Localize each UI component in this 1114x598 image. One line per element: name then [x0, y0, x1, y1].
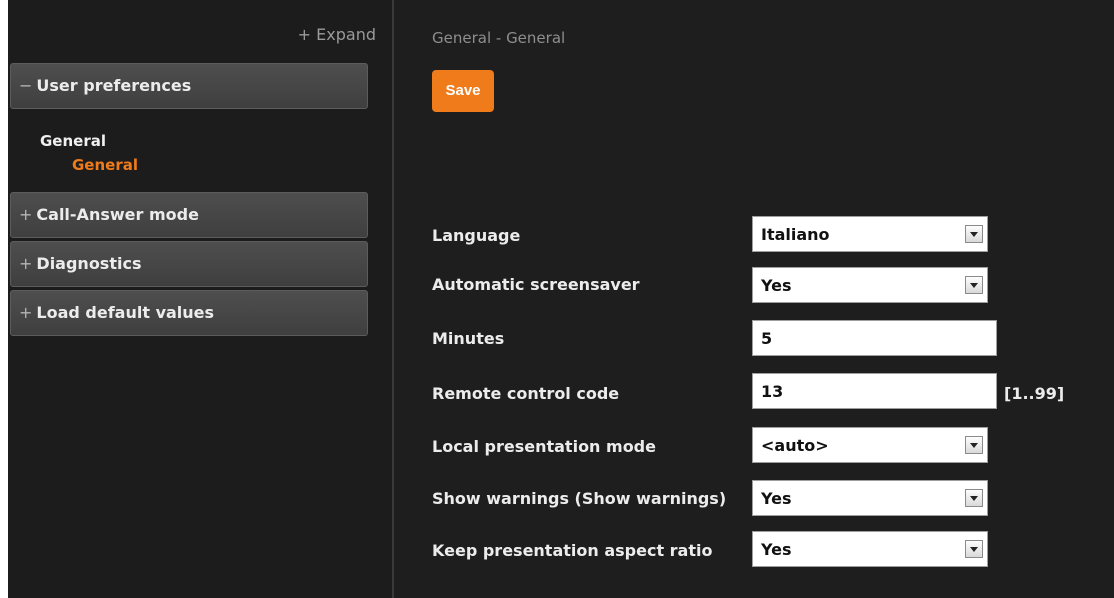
aspect-ratio-select[interactable]: Yes — [752, 531, 988, 567]
section-label: Diagnostics — [36, 254, 142, 273]
expand-link[interactable]: + Expand — [298, 25, 376, 44]
dropdown-arrow-icon[interactable] — [965, 540, 983, 558]
screensaver-select[interactable]: Yes — [752, 267, 988, 303]
dropdown-arrow-icon[interactable] — [965, 276, 983, 294]
language-select[interactable]: Italiano — [752, 216, 988, 252]
breadcrumb: General - General — [432, 29, 566, 47]
presentation-mode-value: <auto> — [761, 436, 829, 455]
language-label: Language — [432, 226, 521, 245]
section-load-default-values[interactable]: + Load default values — [10, 290, 368, 336]
dropdown-arrow-icon[interactable] — [965, 489, 983, 507]
show-warnings-value: Yes — [761, 489, 792, 508]
sidebar: + Expand − User preferences General Gener… — [8, 0, 392, 598]
aspect-ratio-label: Keep presentation aspect ratio — [432, 541, 713, 560]
collapse-icon: − — [19, 76, 33, 95]
dropdown-arrow-icon[interactable] — [965, 225, 983, 243]
section-call-answer-mode[interactable]: + Call-Answer mode — [10, 192, 368, 238]
minutes-label: Minutes — [432, 329, 505, 348]
expand-icon: + — [19, 205, 33, 224]
aspect-ratio-value: Yes — [761, 540, 792, 559]
section-label: User preferences — [36, 76, 192, 95]
presentation-mode-label: Local presentation mode — [432, 437, 656, 456]
show-warnings-select[interactable]: Yes — [752, 480, 988, 516]
remote-code-label: Remote control code — [432, 384, 620, 403]
language-value: Italiano — [761, 225, 830, 244]
expand-icon: + — [19, 254, 33, 273]
section-diagnostics[interactable]: + Diagnostics — [10, 241, 368, 287]
main-panel: General - General Save Language Italiano… — [394, 0, 1114, 598]
section-label: Load default values — [36, 303, 215, 322]
dropdown-arrow-icon[interactable] — [965, 436, 983, 454]
presentation-mode-select[interactable]: <auto> — [752, 427, 988, 463]
minutes-value: 5 — [761, 329, 773, 348]
show-warnings-label: Show warnings (Show warnings) — [432, 489, 727, 508]
remote-code-value: 13 — [761, 382, 784, 401]
section-label: Call-Answer mode — [36, 205, 199, 224]
section-user-preferences[interactable]: − User preferences — [10, 63, 368, 109]
remote-code-input[interactable]: 13 — [752, 373, 997, 409]
minutes-input[interactable]: 5 — [752, 320, 997, 356]
save-button[interactable]: Save — [432, 70, 494, 112]
screensaver-label: Automatic screensaver — [432, 275, 640, 294]
tree-item-general[interactable]: General — [72, 156, 138, 174]
tree-group-general: General — [40, 132, 106, 150]
screensaver-value: Yes — [761, 276, 792, 295]
app-frame: + Expand − User preferences General Gener… — [8, 0, 1114, 598]
remote-code-range: [1..99] — [1004, 384, 1065, 403]
expand-icon: + — [19, 303, 33, 322]
